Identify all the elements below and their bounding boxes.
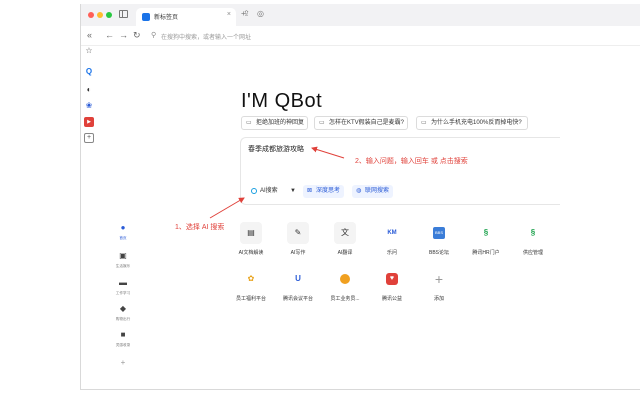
hr-portal-icon: §: [475, 222, 497, 244]
app-ai-translate[interactable]: 文 AI翻译: [325, 222, 365, 256]
left-nav-add[interactable]: +: [108, 358, 138, 367]
left-nav-life[interactable]: ▣ 生活娱乐: [108, 252, 138, 269]
screenshot-root: 新标签页 × + ⇪ ◎ « ← → ↻ ⚲ 在搜狗中搜索，或者输入一个网址 ☆…: [0, 0, 640, 400]
pen-icon: ✎: [287, 222, 309, 244]
app-label: AI翻译: [337, 250, 353, 256]
meeting-icon: U: [287, 268, 309, 290]
app-bbs[interactable]: BBS BBS论坛: [419, 222, 459, 256]
image-icon: ▣: [119, 251, 127, 260]
app-label: 乐问: [386, 250, 397, 256]
app-label: 腾讯公益: [381, 296, 402, 302]
app-label: 腾讯HR门户: [472, 250, 500, 256]
app-label: 员工福利平台: [235, 296, 266, 302]
bell-icon: ●: [120, 223, 126, 232]
arrow-to-ai-search: [209, 197, 245, 219]
business-icon: [334, 268, 356, 290]
welfare-icon: ✿: [240, 268, 262, 290]
charity-icon: ♥: [381, 268, 403, 290]
app-label: AI写作: [290, 250, 306, 256]
left-nav-label: 灵感收录: [115, 342, 131, 347]
file-text-icon: ▤: [240, 222, 262, 244]
annotation-step-1: 1、选择 AI 搜索: [175, 224, 225, 231]
plus-icon: +: [120, 358, 126, 367]
left-nav-shopping[interactable]: ◆ 购物出行: [108, 305, 138, 322]
app-label: 供应管理: [522, 250, 543, 256]
arrow-to-search-input: [311, 146, 345, 159]
app-label: BBS论坛: [428, 250, 449, 256]
app-supply[interactable]: § 供应管理: [513, 222, 553, 256]
app-welfare[interactable]: ✿ 员工福利平台: [231, 268, 271, 302]
app-hr-portal[interactable]: § 腾讯HR门户: [466, 222, 506, 256]
app-label: 添加: [433, 296, 444, 302]
app-business[interactable]: 员工业务员...: [325, 268, 365, 302]
app-meeting[interactable]: U 腾讯会议平台: [278, 268, 318, 302]
annotation-step-2: 2、输入问题，输入回车 或 点击搜索: [355, 158, 468, 165]
bbs-icon: BBS: [428, 222, 450, 244]
app-charity[interactable]: ♥ 腾讯公益: [372, 268, 412, 302]
app-lewen[interactable]: KM 乐问: [372, 222, 412, 256]
supply-icon: §: [522, 222, 544, 244]
translate-icon: 文: [334, 222, 356, 244]
tag-icon: ◆: [119, 304, 127, 313]
annotation-arrows: [209, 146, 345, 219]
left-nav-label: 购物出行: [115, 316, 131, 321]
left-nav-label: 工作学习: [115, 290, 131, 295]
km-icon: KM: [381, 222, 403, 244]
left-nav-inspiration[interactable]: ■ 灵感收录: [108, 331, 138, 348]
app-ai-writing[interactable]: ✎ AI写作: [278, 222, 318, 256]
app-label: 腾讯会议平台: [282, 296, 313, 302]
app-ai-doc[interactable]: ▤ AI文档解读: [231, 222, 271, 256]
app-label: AI文档解读: [238, 250, 264, 256]
left-nav-work[interactable]: ▬ 工作学习: [108, 279, 138, 296]
app-add[interactable]: + 添加: [419, 268, 459, 302]
app-label: 员工业务员...: [330, 296, 360, 302]
left-nav-home[interactable]: ● 首页: [108, 224, 138, 241]
left-nav-label: 生活娱乐: [115, 263, 131, 268]
briefcase-icon: ▬: [119, 278, 127, 287]
bbs-badge: BBS: [433, 227, 445, 239]
left-nav-label: 首页: [119, 235, 127, 240]
plus-icon: +: [428, 268, 450, 290]
folder-icon: ■: [120, 330, 126, 339]
